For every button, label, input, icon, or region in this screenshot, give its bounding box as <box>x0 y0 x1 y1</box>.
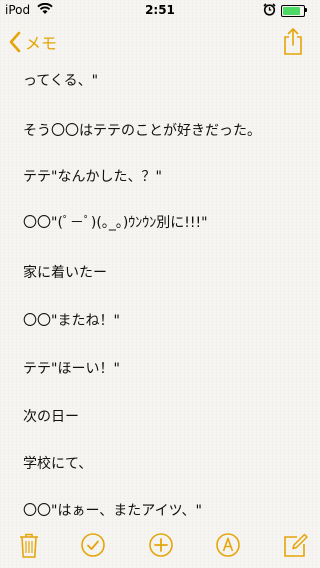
back-label: メモ <box>25 34 58 53</box>
note-line: 〇〇"はぁー、またアイツ、" <box>23 503 202 518</box>
add-button[interactable] <box>146 530 176 560</box>
checklist-button[interactable] <box>78 530 108 560</box>
battery-level <box>283 7 300 15</box>
battery-icon <box>281 5 305 17</box>
note-line: そう〇〇はテテのことが好きだった。 <box>23 123 261 139</box>
chevron-left-icon <box>9 31 21 53</box>
note-line: テテ"なんかした、？" <box>23 169 162 185</box>
bottom-toolbar <box>0 522 320 568</box>
note-line: 〇〇"またね！" <box>23 313 120 329</box>
note-line: ってくる、" <box>23 73 99 89</box>
alarm-icon <box>263 3 276 19</box>
note-body[interactable]: ってくる、" そう〇〇はテテのことが好きだった。 テテ"なんかした、？" 〇〇"… <box>0 64 320 518</box>
note-line: 学校にて、 <box>23 456 93 472</box>
compose-button[interactable] <box>280 530 310 560</box>
note-line: テテ"ほーい！" <box>23 361 120 377</box>
note-line: 次の日ー <box>23 409 79 425</box>
trash-icon <box>20 533 38 558</box>
back-button[interactable]: メモ <box>8 28 57 56</box>
delete-button[interactable] <box>14 530 44 560</box>
checklist-icon <box>81 533 105 557</box>
battery-cap <box>305 8 307 12</box>
note-line: 家に着いたー <box>23 265 107 281</box>
add-icon <box>149 533 173 557</box>
status-bar: iPod 2:51 <box>0 0 320 20</box>
navigation-bar: メモ <box>0 20 320 64</box>
compose-icon <box>284 533 308 557</box>
share-icon <box>284 28 302 55</box>
share-button[interactable] <box>282 26 304 60</box>
markup-icon <box>216 533 240 557</box>
markup-button[interactable] <box>213 530 243 560</box>
note-line: 〇〇"(ﾟ－ﾟ)(｡_｡)ｳﾝｳﾝ別に!!!" <box>23 215 208 231</box>
